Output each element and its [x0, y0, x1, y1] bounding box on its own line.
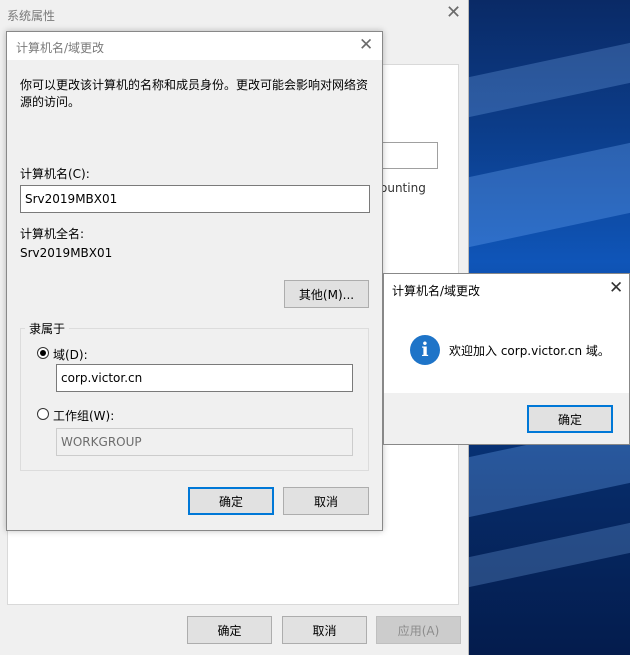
cancel-button[interactable]: 取消 [283, 487, 369, 515]
apply-button[interactable]: 应用(A) [376, 616, 461, 644]
window-title: 系统属性 [7, 9, 56, 23]
info-icon: i [410, 335, 440, 365]
close-icon[interactable]: ✕ [609, 278, 623, 298]
welcome-message-box: 计算机名/域更改 ✕ i 欢迎加入 corp.victor.cn 域。 确定 [383, 273, 630, 445]
domain-input[interactable]: corp.victor.cn [56, 364, 353, 392]
message-text: 欢迎加入 corp.victor.cn 域。 [449, 344, 610, 358]
workgroup-input[interactable]: WORKGROUP [56, 428, 353, 456]
light-beam [469, 42, 630, 118]
ok-button[interactable]: 确定 [527, 405, 613, 433]
ok-button[interactable]: 确定 [188, 487, 274, 515]
dialog-description: 你可以更改该计算机的名称和成员身份。更改可能会影响对网络资源的访问。 [20, 78, 369, 109]
computer-name-input[interactable]: Srv2019MBX01 [20, 185, 370, 213]
more-button[interactable]: 其他(M)... [284, 280, 369, 308]
cancel-button[interactable]: 取消 [282, 616, 367, 644]
computer-name-label: 计算机名(C): [20, 167, 90, 181]
close-icon[interactable]: ✕ [446, 4, 461, 22]
full-name-label: 计算机全名: [20, 227, 85, 241]
domain-radio[interactable] [37, 347, 49, 359]
radio-selected-dot [40, 350, 46, 356]
light-beam [469, 142, 630, 248]
close-icon[interactable]: ✕ [359, 35, 373, 55]
light-beam [469, 522, 630, 588]
message-title: 计算机名/域更改 [392, 284, 481, 298]
full-name-value: Srv2019MBX01 [20, 246, 113, 260]
domain-radio-label[interactable]: 域(D): [53, 346, 88, 363]
ok-button[interactable]: 确定 [187, 616, 272, 644]
workgroup-radio-label[interactable]: 工作组(W): [53, 407, 114, 424]
computer-name-dialog: 计算机名/域更改 ✕ 你可以更改该计算机的名称和成员身份。更改可能会影响对网络资… [6, 31, 383, 531]
workgroup-radio[interactable] [37, 408, 49, 420]
dialog-title: 计算机名/域更改 [16, 41, 105, 55]
member-of-label: 隶属于 [25, 320, 70, 337]
partial-text: ounting [380, 181, 426, 195]
